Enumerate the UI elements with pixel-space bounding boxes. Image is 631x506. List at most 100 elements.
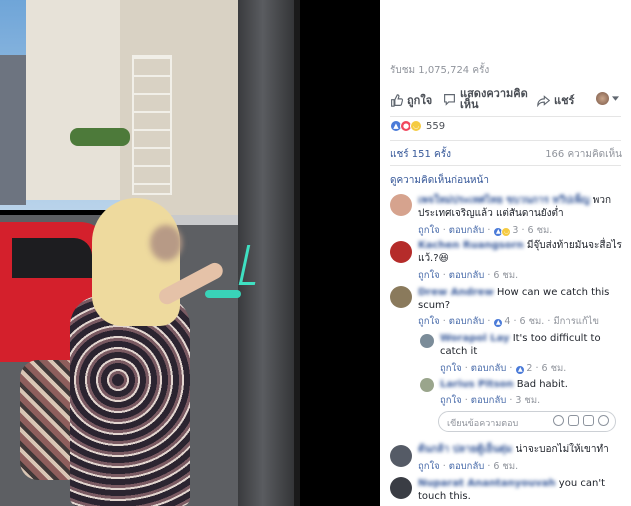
haha-reaction-icon: ◡ bbox=[410, 120, 422, 132]
comment: Drew Andrew How can we catch this scum? … bbox=[390, 286, 623, 328]
reply-reply-link[interactable]: ตอบกลับ bbox=[471, 363, 507, 374]
comment: Nuparat Anantanyouvah you can't touch th… bbox=[390, 477, 622, 506]
comment-text: น่าจะบอกไม่ให้เขาทำ bbox=[515, 444, 609, 455]
comment-reaction-count: 3 bbox=[512, 225, 519, 236]
reply-meta: ถูกใจ · ตอบกลับ · 3 ชม. bbox=[440, 395, 541, 406]
like-label: ถูกใจ bbox=[407, 94, 433, 107]
comment-like-link[interactable]: ถูกใจ bbox=[418, 270, 440, 281]
thumbs-up-icon bbox=[391, 93, 403, 107]
share-button[interactable]: แชร์ bbox=[537, 91, 574, 109]
comment-time: 6 ชม. bbox=[493, 270, 519, 281]
emoji-icon[interactable] bbox=[553, 415, 564, 426]
comment-reply-link[interactable]: ตอบกลับ bbox=[449, 270, 485, 281]
share-arrow-icon bbox=[537, 94, 550, 107]
comment-body: Drew Andrew How can we catch this scum? bbox=[418, 286, 623, 312]
commenter-avatar[interactable] bbox=[390, 445, 412, 467]
camera-icon[interactable] bbox=[568, 415, 579, 426]
comment-reaction-count: 4 bbox=[504, 316, 511, 327]
comment-body: เพจใหม่ประเทศไทย ขบวนการ ทวีปเพ็ญ พวกประ… bbox=[418, 194, 623, 220]
haha-reaction-icon: ◡ bbox=[501, 226, 512, 237]
comment-time: 6 ชม. bbox=[519, 316, 545, 327]
post-as-selector[interactable] bbox=[596, 92, 619, 105]
view-previous-comments-link[interactable]: ดูความคิดเห็นก่อนหน้า bbox=[390, 173, 489, 188]
commenter-name[interactable]: ต้นกล้า ปลายตู้เย็นตุ่ม bbox=[418, 444, 512, 455]
comment-body: Nuparat Anantanyouvah you can't touch th… bbox=[418, 477, 623, 503]
sticker-icon[interactable] bbox=[598, 415, 609, 426]
reply-like-link[interactable]: ถูกใจ bbox=[440, 395, 462, 406]
reply: Larius Pitson Bad habit. ถูกใจ · ตอบกลับ… bbox=[390, 378, 622, 406]
action-bar: ถูกใจ แสดงความคิดเห็น แชร์ bbox=[380, 86, 631, 114]
caret-down-icon bbox=[612, 96, 619, 101]
commenter-name[interactable]: เพจใหม่ประเทศไทย ขบวนการ ทวีปเพ็ญ bbox=[418, 195, 590, 206]
replier-avatar[interactable] bbox=[420, 378, 434, 392]
divider bbox=[390, 165, 621, 166]
reaction-count: 559 bbox=[426, 120, 446, 132]
like-button[interactable]: ถูกใจ bbox=[390, 91, 432, 109]
divider bbox=[390, 140, 621, 141]
reply-time: 3 ชม. bbox=[515, 395, 541, 406]
comment-reactions[interactable]: ▲ bbox=[493, 317, 504, 328]
reply-text: Bad habit. bbox=[516, 379, 568, 390]
commenter-avatar[interactable] bbox=[390, 477, 412, 499]
comment-time: 6 ชม. bbox=[527, 225, 553, 236]
comment-body: Kachen Ruangsorn มีจุ๊บส่งท้ายมันจะสื่อไ… bbox=[418, 239, 623, 265]
video-marker bbox=[205, 290, 241, 298]
comment-reactions[interactable]: ▲ ◡ bbox=[493, 226, 512, 237]
video-car-window bbox=[12, 238, 92, 278]
video-face-blur bbox=[150, 225, 182, 261]
reply-body: Larius Pitson Bad habit. bbox=[440, 378, 622, 391]
view-count: รับชม 1,075,724 ครั้ง bbox=[390, 65, 490, 76]
share-count[interactable]: แชร์ 151 ครั้ง bbox=[390, 147, 451, 162]
comment-icon bbox=[444, 93, 455, 106]
share-label: แชร์ bbox=[554, 94, 575, 107]
reply: Worapol Lay It's too difficult to catch … bbox=[390, 332, 622, 375]
comment: Kachen Ruangsorn มีจุ๊บส่งท้ายมันจะสื่อไ… bbox=[390, 239, 622, 281]
replier-name[interactable]: Worapol Lay bbox=[440, 333, 510, 344]
comment-label: แสดงความคิดเห็น bbox=[460, 87, 528, 111]
reply-meta: ถูกใจ · ตอบกลับ · ▲ 2 · 6 ชม. bbox=[440, 363, 567, 375]
reply-time: 6 ชม. bbox=[541, 363, 567, 374]
commenter-avatar[interactable] bbox=[390, 286, 412, 308]
reply-like-link[interactable]: ถูกใจ bbox=[440, 363, 462, 374]
comment: ต้นกล้า ปลายตู้เย็นตุ่ม น่าจะบอกไม่ให้เข… bbox=[390, 443, 622, 473]
replier-name[interactable]: Larius Pitson bbox=[440, 379, 514, 390]
video-building bbox=[26, 0, 126, 200]
comment-meta: ถูกใจ · ตอบกลับ · ▲ ◡ 3 · 6 ชม. bbox=[418, 225, 553, 237]
commenter-name[interactable]: Drew Andrew bbox=[418, 287, 494, 298]
video-letterbox bbox=[300, 0, 380, 506]
user-avatar bbox=[596, 92, 609, 105]
gif-icon[interactable] bbox=[583, 415, 594, 426]
comment-time: 6 ชม. bbox=[493, 461, 519, 472]
comment-like-link[interactable]: ถูกใจ bbox=[418, 316, 440, 327]
commenter-name[interactable]: Nuparat Anantanyouvah bbox=[418, 478, 556, 489]
comment-meta: ถูกใจ · ตอบกลับ · 6 ชม. bbox=[418, 461, 519, 472]
comment-reply-link[interactable]: ตอบกลับ bbox=[449, 225, 485, 236]
comment-body: ต้นกล้า ปลายตู้เย็นตุ่ม น่าจะบอกไม่ให้เข… bbox=[418, 443, 623, 456]
comment-like-link[interactable]: ถูกใจ bbox=[418, 461, 440, 472]
reply-input[interactable]: เขียนข้อความตอบ bbox=[438, 411, 616, 432]
comment-reply-link[interactable]: ตอบกลับ bbox=[449, 316, 485, 327]
comment-reply-link[interactable]: ตอบกลับ bbox=[449, 461, 485, 472]
video-player[interactable] bbox=[0, 0, 380, 506]
like-reaction-icon: ▲ bbox=[515, 364, 526, 375]
reply-reaction-count: 2 bbox=[526, 363, 533, 374]
commenter-name[interactable]: Kachen Ruangsorn bbox=[418, 240, 524, 251]
commenter-avatar[interactable] bbox=[390, 194, 412, 216]
replier-avatar[interactable] bbox=[420, 334, 434, 348]
divider bbox=[390, 116, 621, 117]
reaction-summary[interactable]: ▲ ● ◡ 559 bbox=[390, 120, 445, 132]
comment-count[interactable]: 166 ความคิดเห็น bbox=[545, 147, 622, 162]
reply-reactions[interactable]: ▲ bbox=[515, 364, 526, 375]
comment-button[interactable]: แสดงความคิดเห็น bbox=[443, 88, 530, 110]
facebook-video-viewer: รับชม 1,075,724 ครั้ง ถูกใจ แสดงความคิดเ… bbox=[0, 0, 631, 506]
video-rail bbox=[170, 215, 240, 225]
reply-reply-link[interactable]: ตอบกลับ bbox=[471, 395, 507, 406]
commenter-avatar[interactable] bbox=[390, 241, 412, 263]
comment-like-link[interactable]: ถูกใจ bbox=[418, 225, 440, 236]
comment-meta: ถูกใจ · ตอบกลับ · 6 ชม. bbox=[418, 270, 519, 281]
video-hair bbox=[92, 198, 180, 326]
comment: เพจใหม่ประเทศไทย ขบวนการ ทวีปเพ็ญ พวกประ… bbox=[390, 194, 623, 237]
edited-label[interactable]: มีการแก้ไข bbox=[553, 316, 599, 327]
video-plants bbox=[70, 128, 130, 146]
video-scaffold bbox=[132, 55, 172, 195]
